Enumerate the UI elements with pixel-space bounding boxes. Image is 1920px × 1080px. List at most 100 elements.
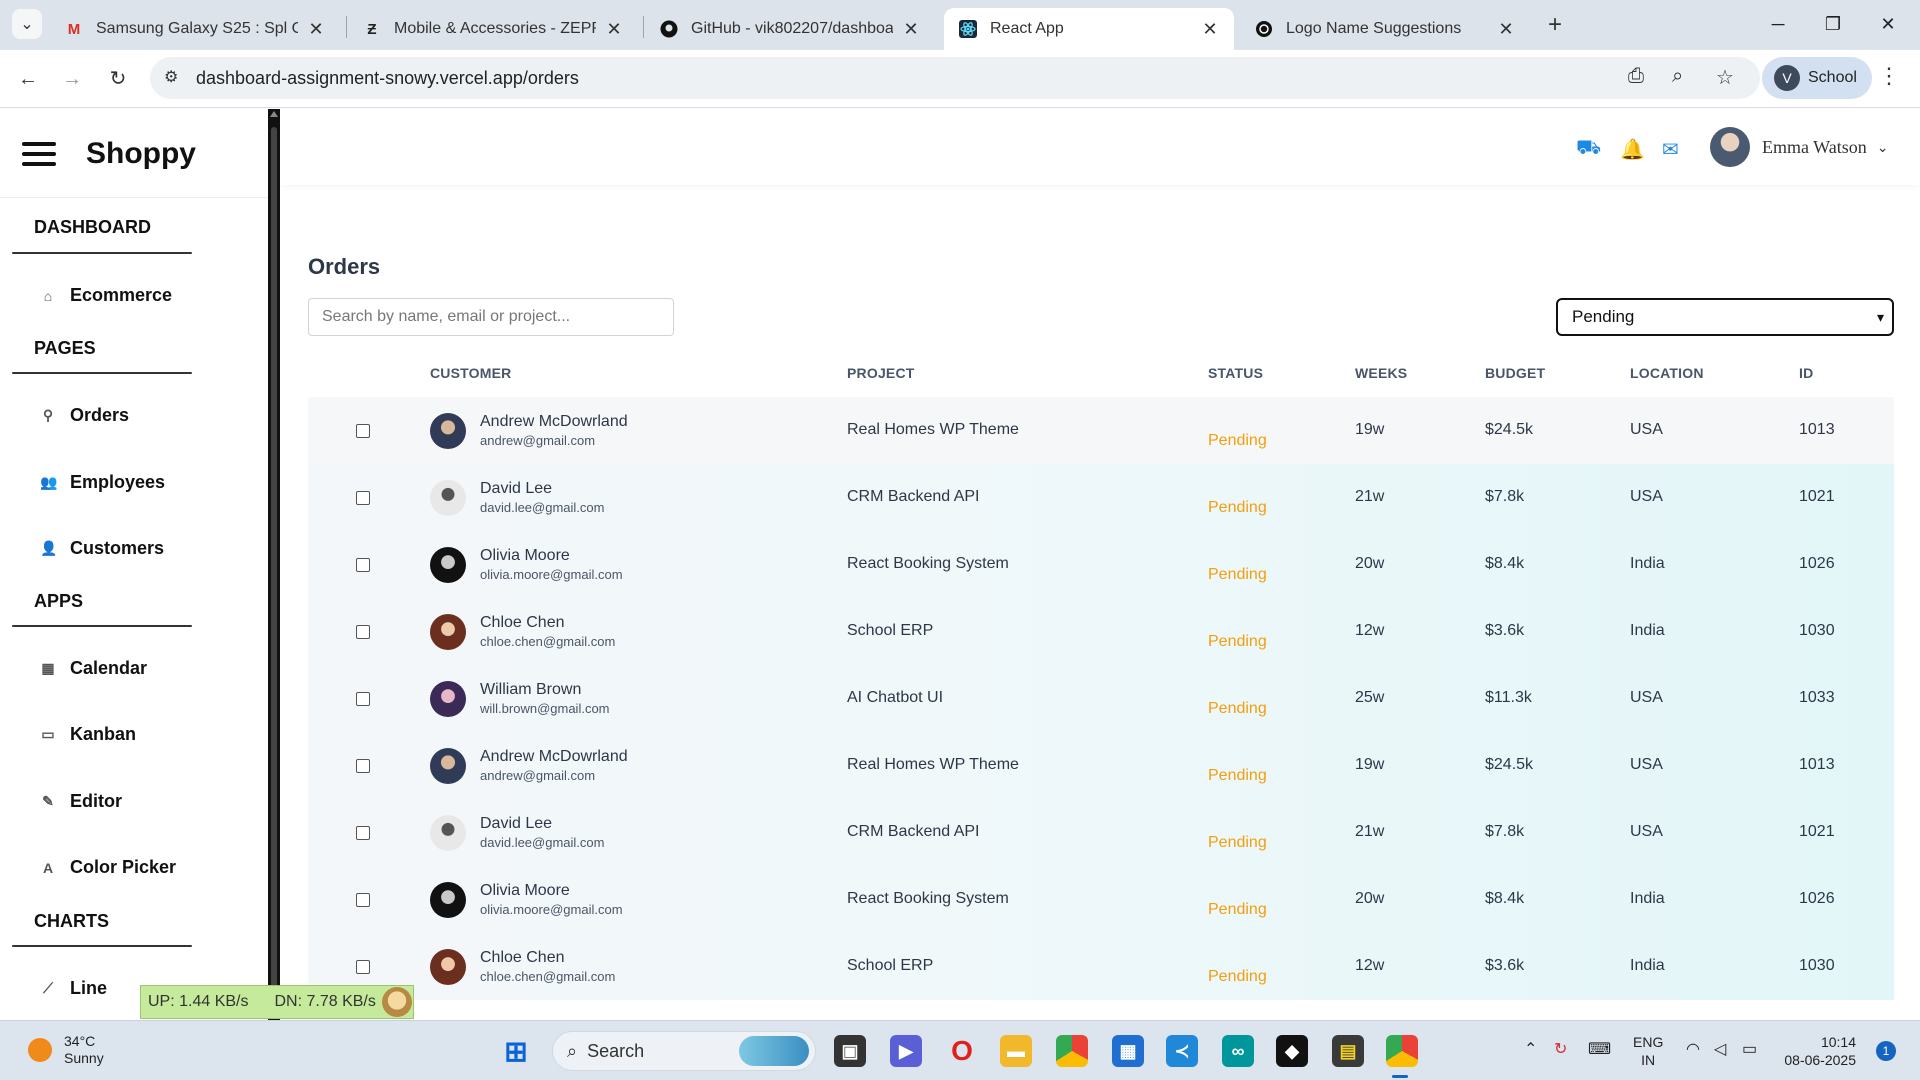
system-clock[interactable]: 10:14 08-06-2025 [1784, 1033, 1856, 1069]
figma-icon[interactable]: ◆ [1276, 1035, 1308, 1067]
task-view-icon[interactable]: ▣ [834, 1035, 866, 1067]
sidebar-item-line[interactable]: ⟋ Line [40, 978, 107, 999]
table-row[interactable]: Andrew McDowrland andrew@gmail.com Real Ho… [308, 397, 1894, 464]
row-checkbox[interactable] [356, 960, 370, 974]
scroll-up-arrow-icon[interactable] [270, 111, 278, 117]
column-header-budget[interactable]: BUDGET [1485, 365, 1545, 381]
install-app-icon[interactable]: ⎙ [1628, 65, 1644, 88]
sidebar: Shoppy DASHBOARD ⌂ Ecommerce PAGES ⚲ Ord… [0, 109, 268, 1020]
table-row[interactable]: Chloe Chen chloe.chen@gmail.com School ERP… [308, 598, 1894, 665]
column-header-weeks[interactable]: WEEKS [1355, 365, 1407, 381]
row-checkbox[interactable] [356, 692, 370, 706]
row-checkbox[interactable] [356, 759, 370, 773]
row-checkbox[interactable] [356, 826, 370, 840]
table-row[interactable]: Olivia Moore olivia.moore@gmail.com React … [308, 866, 1894, 933]
minimize-button[interactable]: ─ [1748, 6, 1808, 42]
volume-icon[interactable]: ◁ [1714, 1039, 1726, 1059]
sidebar-item-orders[interactable]: ⚲ Orders [40, 405, 129, 426]
chrome-icon[interactable] [1386, 1035, 1418, 1067]
chevron-up-icon[interactable]: ⌃ [1524, 1039, 1537, 1059]
close-icon[interactable]: ✕ [901, 19, 921, 40]
windows-start-icon[interactable]: ⊞ [500, 1035, 532, 1067]
search-input[interactable] [308, 298, 674, 336]
taskbar-search[interactable]: ⌕ Search [552, 1031, 816, 1071]
cell-weeks: 21w [1355, 488, 1385, 505]
close-icon[interactable]: ✕ [1200, 19, 1220, 40]
bookmark-star-icon[interactable]: ☆ [1716, 65, 1734, 90]
column-header-id[interactable]: ID [1799, 365, 1813, 381]
row-checkbox[interactable] [356, 558, 370, 572]
file-explorer-icon[interactable]: ▬ [1000, 1035, 1032, 1067]
vscode-icon[interactable]: ≺ [1166, 1035, 1198, 1067]
close-icon[interactable]: ✕ [1496, 19, 1516, 40]
weather-widget[interactable]: 34°C Sunny [28, 1033, 104, 1067]
user-profile-menu[interactable]: Emma Watson ⌄ [1710, 127, 1888, 167]
arduino-icon[interactable]: ∞ [1222, 1035, 1254, 1067]
back-button[interactable]: ← [12, 63, 44, 95]
tab-search-button[interactable]: ⌄ [12, 9, 42, 39]
site-info-icon[interactable]: ⚙ [164, 67, 178, 87]
column-header-project[interactable]: PROJECT [847, 365, 915, 381]
chrome-icon[interactable] [1056, 1035, 1088, 1067]
cart-icon[interactable]: ⛟ [1576, 137, 1601, 162]
close-icon[interactable]: ✕ [306, 19, 326, 40]
sidebar-item-kanban[interactable]: ▭ Kanban [40, 724, 136, 745]
brand-name[interactable]: Shoppy [86, 137, 196, 171]
bell-icon[interactable]: 🔔 [1620, 137, 1645, 162]
tab-0[interactable]: M Samsung Galaxy S25 : Spl Offer ✕ [50, 8, 340, 50]
table-row[interactable]: Olivia Moore olivia.moore@gmail.com React … [308, 531, 1894, 598]
address-bar[interactable]: ⚙ dashboard-assignment-snowy.vercel.app/… [150, 57, 1760, 99]
cell-location: India [1630, 555, 1665, 572]
window-close-button[interactable]: ✕ [1858, 6, 1918, 42]
reload-button[interactable]: ↻ [102, 63, 134, 95]
keyboard-icon[interactable]: ⌨ [1588, 1039, 1611, 1059]
hamburger-menu-icon[interactable] [22, 142, 56, 166]
table-row[interactable]: David Lee david.lee@gmail.com CRM Backend … [308, 799, 1894, 866]
tab-2[interactable]: GitHub - vik802207/dashboard- ✕ [645, 8, 935, 50]
language-indicator[interactable]: ENG IN [1633, 1033, 1663, 1069]
restore-button[interactable]: ❐ [1803, 6, 1863, 42]
sidebar-item-calendar[interactable]: ▦ Calendar [40, 658, 147, 679]
opera-icon[interactable]: O [946, 1035, 978, 1067]
column-header-status[interactable]: STATUS [1208, 365, 1263, 381]
profile-button[interactable]: V School [1762, 57, 1872, 99]
sync-icon[interactable]: ↻ [1554, 1039, 1567, 1059]
table-row[interactable]: Chloe Chen chloe.chen@gmail.com School ERP… [308, 933, 1894, 1000]
notification-badge[interactable]: 1 [1876, 1041, 1896, 1061]
sidebar-item-ecommerce[interactable]: ⌂ Ecommerce [40, 285, 172, 306]
tab-3-active[interactable]: React App ✕ [944, 8, 1234, 50]
winrar-icon[interactable]: ▤ [1332, 1035, 1364, 1067]
row-checkbox[interactable] [356, 625, 370, 639]
net-speed-widget[interactable]: UP: 1.44 KB/s DN: 7.78 KB/s [140, 985, 414, 1019]
sidebar-item-customers[interactable]: 👤 Customers [40, 538, 164, 559]
browser-menu-button[interactable]: ⋮ [1878, 63, 1900, 89]
forward-button[interactable]: → [56, 63, 88, 95]
close-icon[interactable]: ✕ [604, 19, 624, 40]
tab-4[interactable]: Logo Name Suggestions ✕ [1240, 8, 1530, 50]
minimize-icon: ─ [1771, 14, 1785, 34]
row-checkbox[interactable] [356, 424, 370, 438]
row-checkbox[interactable] [356, 893, 370, 907]
table-row[interactable]: David Lee david.lee@gmail.com CRM Backend … [308, 464, 1894, 531]
sidebar-item-color-picker[interactable]: A Color Picker [40, 857, 176, 878]
column-header-customer[interactable]: CUSTOMER [430, 365, 511, 381]
scrollbar-thumb[interactable] [271, 127, 277, 1007]
row-checkbox[interactable] [356, 491, 370, 505]
microsoft-store-icon[interactable]: ▦ [1112, 1035, 1144, 1067]
sidebar-scrollbar[interactable] [268, 109, 280, 1020]
mail-icon[interactable]: ✉ [1662, 137, 1679, 162]
column-header-location[interactable]: LOCATION [1630, 365, 1704, 381]
teams-icon[interactable]: ▶ [890, 1035, 922, 1067]
sidebar-item-employees[interactable]: 👥 Employees [40, 472, 165, 493]
zoom-icon[interactable]: ⌕ [1672, 65, 1683, 88]
table-row[interactable]: William Brown will.brown@gmail.com AI Chat… [308, 665, 1894, 732]
table-row[interactable]: Andrew McDowrland andrew@gmail.com Real Ho… [308, 732, 1894, 799]
battery-icon[interactable]: ▭ [1742, 1039, 1757, 1059]
section-title: CHARTS [34, 911, 109, 931]
sidebar-item-editor[interactable]: ✎ Editor [40, 791, 122, 812]
wifi-icon[interactable]: ◠ [1686, 1039, 1700, 1059]
new-tab-button[interactable]: + [1540, 10, 1570, 40]
status-filter-select[interactable]: Pending ▾ [1556, 298, 1894, 336]
react-icon [958, 19, 978, 39]
tab-1[interactable]: Ƶ Mobile & Accessories - ZEPP St ✕ [348, 8, 638, 50]
